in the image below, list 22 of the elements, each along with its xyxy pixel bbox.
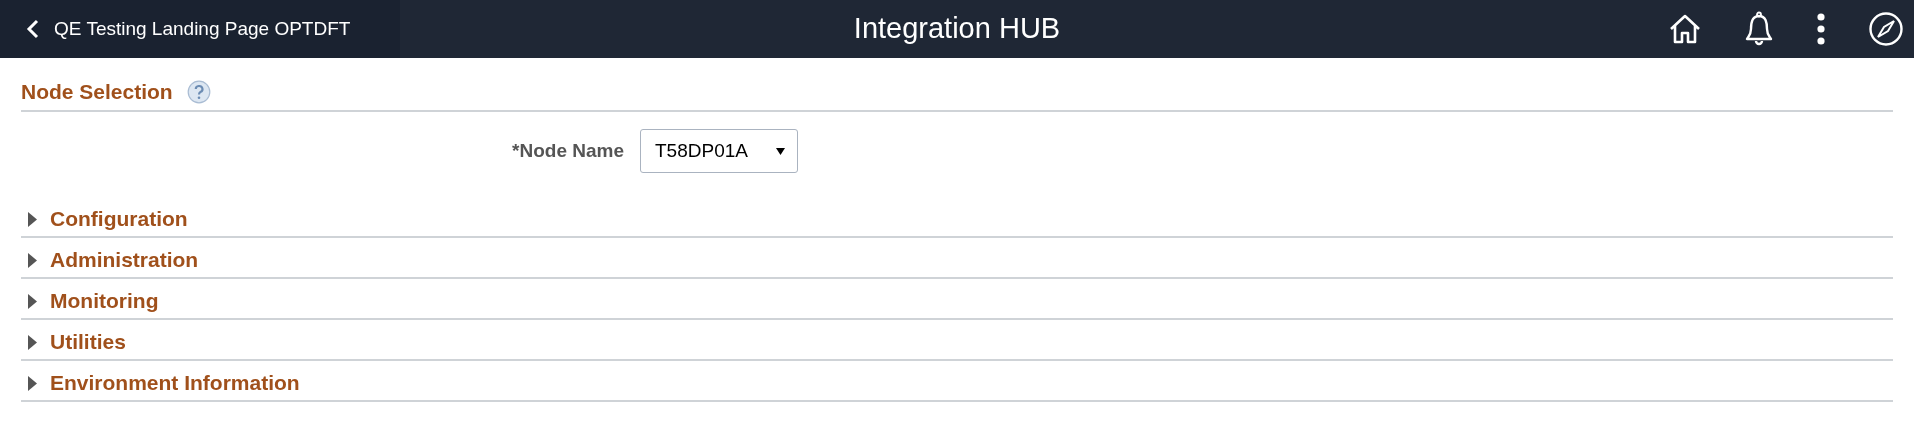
page-title: Integration HUB xyxy=(853,12,1061,45)
home-icon[interactable] xyxy=(1668,12,1702,46)
help-icon[interactable] xyxy=(186,80,211,104)
collapsible-section-header[interactable]: Utilities xyxy=(21,330,126,359)
node-name-dropdown[interactable]: T58DP01A xyxy=(640,129,798,173)
collapsible-section-header[interactable]: Monitoring xyxy=(21,289,159,318)
back-button[interactable]: QE Testing Landing Page OPTDFT xyxy=(0,0,400,58)
expand-triangle-icon xyxy=(28,252,37,268)
expand-triangle-icon xyxy=(28,375,37,391)
caret-icon xyxy=(776,147,785,155)
section-title: Node Selection xyxy=(21,80,173,104)
expand-triangle-icon xyxy=(28,334,37,350)
menu-icon[interactable] xyxy=(1816,12,1826,46)
collapsible-section-header[interactable]: Configuration xyxy=(21,207,188,236)
compass-icon[interactable] xyxy=(1868,11,1904,47)
expand-triangle-icon xyxy=(28,211,37,227)
collapsible-section-header[interactable]: Administration xyxy=(21,248,199,277)
field-label: *Node Name xyxy=(511,140,624,162)
back-chevron-icon xyxy=(26,19,40,39)
notifications-bell-icon[interactable] xyxy=(1744,11,1774,47)
expand-triangle-icon xyxy=(28,293,37,309)
collapsible-section-header[interactable]: Environment Information xyxy=(21,371,300,400)
